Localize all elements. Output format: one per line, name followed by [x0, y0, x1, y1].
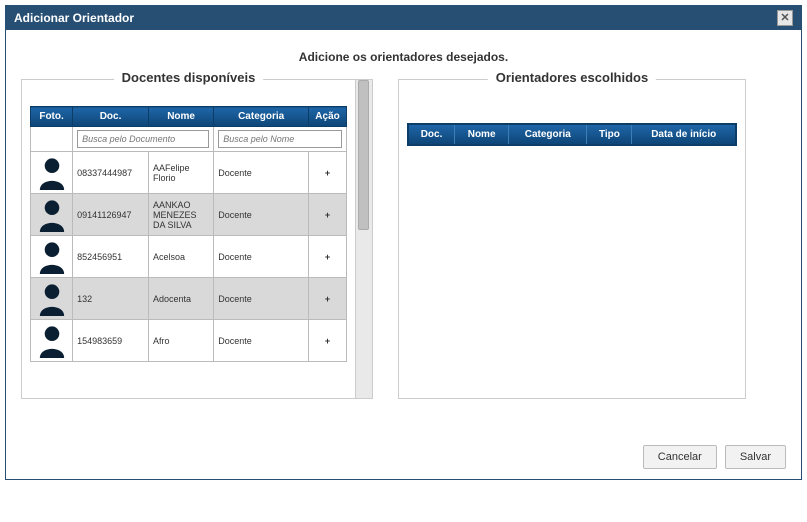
avatar-icon — [37, 198, 67, 232]
add-button[interactable]: + — [309, 320, 347, 362]
categoria-cell: Docente — [214, 236, 309, 278]
categoria-cell: Docente — [214, 152, 309, 194]
photo-cell — [31, 320, 73, 362]
col-categoria-header: Categoria — [214, 107, 309, 127]
chosen-col-categoria: Categoria — [509, 124, 587, 145]
avatar-icon — [37, 282, 67, 316]
chosen-panel: Orientadores escolhidos Doc. Nome Catego… — [398, 79, 746, 399]
add-button[interactable]: + — [309, 152, 347, 194]
categoria-cell: Docente — [214, 278, 309, 320]
chosen-col-data-inicio: Data de início — [632, 124, 736, 145]
search-nome-input[interactable] — [218, 130, 342, 148]
avatar-icon — [37, 324, 67, 358]
col-foto-header: Foto. — [31, 107, 73, 127]
doc-cell: 132 — [73, 278, 149, 320]
col-doc-header: Doc. — [73, 107, 149, 127]
available-panel-wrap: Docentes disponíveis — [21, 79, 373, 433]
chosen-col-nome: Nome — [455, 124, 509, 145]
close-icon[interactable]: ✕ — [777, 10, 793, 26]
scroll-thumb[interactable] — [358, 80, 369, 230]
nome-cell: AANKAO MENEZES DA SILVA — [148, 194, 213, 236]
nome-cell: AAFelipe Florio — [148, 152, 213, 194]
chosen-table-header: Doc. Nome Categoria Tipo Data de início — [408, 124, 736, 145]
available-table-header: Foto. Doc. Nome Categoria Ação — [31, 107, 347, 127]
chosen-table: Doc. Nome Categoria Tipo Data de início — [407, 123, 737, 146]
search-row — [31, 127, 347, 152]
chosen-col-tipo: Tipo — [587, 124, 632, 145]
nome-cell: Adocenta — [148, 278, 213, 320]
search-doc-cell — [73, 127, 214, 152]
save-button[interactable]: Salvar — [725, 445, 786, 469]
available-panel-title: Docentes disponíveis — [114, 70, 264, 85]
table-row: 09141126947AANKAO MENEZES DA SILVADocent… — [31, 194, 347, 236]
available-panel: Docentes disponíveis — [21, 79, 356, 399]
doc-cell: 852456951 — [73, 236, 149, 278]
avatar-icon — [37, 240, 67, 274]
table-row: 154983659AfroDocente+ — [31, 320, 347, 362]
dialog-add-orientador: Adicionar Orientador ✕ Adicione os orien… — [5, 5, 802, 480]
add-button[interactable]: + — [309, 236, 347, 278]
dialog-title: Adicionar Orientador — [14, 11, 134, 25]
doc-cell: 08337444987 — [73, 152, 149, 194]
col-nome-header: Nome — [148, 107, 213, 127]
categoria-cell: Docente — [214, 320, 309, 362]
table-row: 08337444987AAFelipe FlorioDocente+ — [31, 152, 347, 194]
photo-cell — [31, 278, 73, 320]
add-button[interactable]: + — [309, 194, 347, 236]
panels-container: Docentes disponíveis — [21, 79, 786, 433]
cancel-button[interactable]: Cancelar — [643, 445, 717, 469]
avatar-icon — [37, 156, 67, 190]
add-button[interactable]: + — [309, 278, 347, 320]
photo-cell — [31, 236, 73, 278]
nome-cell: Acelsoa — [148, 236, 213, 278]
doc-cell: 154983659 — [73, 320, 149, 362]
dialog-body: Adicione os orientadores desejados. Doce… — [6, 30, 801, 479]
chosen-col-doc: Doc. — [408, 124, 455, 145]
available-table-body: 08337444987AAFelipe FlorioDocente+091411… — [31, 152, 347, 362]
doc-cell: 09141126947 — [73, 194, 149, 236]
photo-cell — [31, 194, 73, 236]
table-row: 852456951AcelsoaDocente+ — [31, 236, 347, 278]
nome-cell: Afro — [148, 320, 213, 362]
search-nome-cell — [214, 127, 347, 152]
col-acao-header: Ação — [309, 107, 347, 127]
search-doc-input[interactable] — [77, 130, 209, 148]
dialog-footer: Cancelar Salvar — [21, 433, 786, 469]
available-table: Foto. Doc. Nome Categoria Ação 083374449… — [30, 106, 347, 362]
chosen-panel-title: Orientadores escolhidos — [488, 70, 656, 85]
dialog-titlebar: Adicionar Orientador ✕ — [6, 6, 801, 30]
search-blank-cell — [31, 127, 73, 152]
photo-cell — [31, 152, 73, 194]
chosen-panel-wrap: Orientadores escolhidos Doc. Nome Catego… — [398, 79, 786, 433]
categoria-cell: Docente — [214, 194, 309, 236]
available-scrollbar[interactable] — [356, 79, 373, 399]
table-row: 132AdocentaDocente+ — [31, 278, 347, 320]
